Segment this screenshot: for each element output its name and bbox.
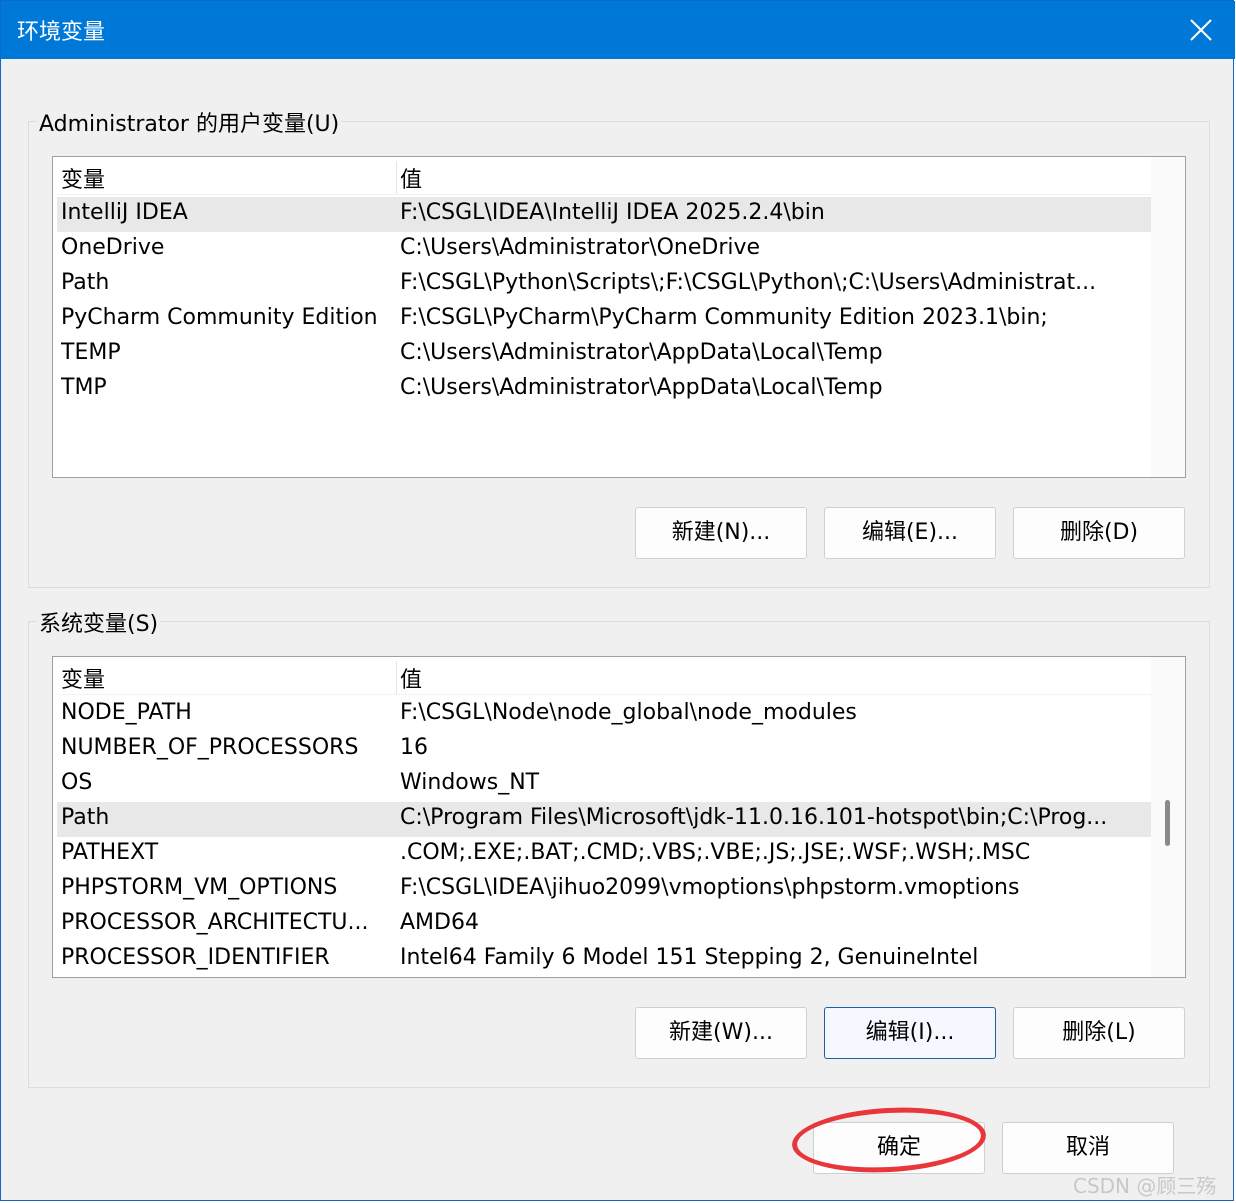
table-row[interactable]: NUMBER_OF_PROCESSORS 16 — [57, 732, 1151, 767]
variable-name: TEMP — [61, 340, 121, 365]
variable-name: PATHEXT — [61, 840, 159, 865]
column-divider[interactable] — [396, 661, 397, 694]
user-edit-button[interactable]: 编辑(E)... — [824, 507, 996, 559]
variable-name: OS — [61, 770, 93, 795]
header-separator — [57, 694, 1151, 695]
column-divider[interactable] — [396, 161, 397, 194]
variable-name: Path — [61, 805, 110, 830]
variable-value: Intel64 Family 6 Model 151 Stepping 2, G… — [400, 945, 979, 970]
close-icon — [1190, 19, 1212, 41]
variable-name: NODE_PATH — [61, 700, 192, 725]
watermark: CSDN @顾三殇 — [1073, 1174, 1217, 1198]
variable-value: F:\CSGL\PyCharm\PyCharm Community Editio… — [400, 305, 1048, 330]
variable-value: .COM;.EXE;.BAT;.CMD;.VBS;.VBE;.JS;.JSE;.… — [400, 840, 1031, 865]
header-value[interactable]: 值 — [400, 162, 1150, 194]
system-delete-button[interactable]: 删除(L) — [1013, 1007, 1185, 1059]
user-list-scrollbar-track — [1151, 157, 1185, 477]
variable-name: NUMBER_OF_PROCESSORS — [61, 735, 359, 760]
cancel-button[interactable]: 取消 — [1002, 1122, 1174, 1174]
variable-value: AMD64 — [400, 910, 479, 935]
variable-value: C:\Users\Administrator\AppData\Local\Tem… — [400, 375, 883, 400]
close-button[interactable] — [1173, 7, 1229, 53]
variable-value: C:\Program Files\Microsoft\jdk-11.0.16.1… — [400, 805, 1108, 830]
variable-value: F:\CSGL\Node\node_global\node_modules — [400, 700, 857, 725]
variable-value: C:\Users\Administrator\OneDrive — [400, 235, 761, 260]
variable-value: Windows_NT — [400, 770, 540, 795]
title-bar: 环境变量 — [1, 1, 1235, 59]
user-delete-button[interactable]: 删除(D) — [1013, 507, 1185, 559]
variable-name: TMP — [61, 375, 107, 400]
table-row[interactable]: OneDrive C:\Users\Administrator\OneDrive — [57, 232, 1151, 267]
environment-variables-dialog: 环境变量 Administrator 的用户变量(U) 变量 值 Intelli… — [0, 0, 1235, 1201]
table-row[interactable]: OS Windows_NT — [57, 767, 1151, 802]
system-new-button[interactable]: 新建(W)... — [635, 1007, 807, 1059]
user-new-button[interactable]: 新建(N)... — [635, 507, 807, 559]
table-row[interactable]: PROCESSOR_ARCHITECTU... AMD64 — [57, 907, 1151, 942]
system-variables-group: 系统变量(S) 变量 值 NODE_PATH F:\CSGL\Node\node_… — [28, 606, 1210, 1088]
system-list-scrollbar[interactable] — [1151, 657, 1185, 977]
table-row[interactable]: Path C:\Program Files\Microsoft\jdk-11.0.… — [57, 802, 1151, 837]
system-variables-list[interactable]: 变量 值 NODE_PATH F:\CSGL\Node\node_global\n… — [52, 656, 1186, 978]
variable-name: PHPSTORM_VM_OPTIONS — [61, 875, 338, 900]
user-variables-group: Administrator 的用户变量(U) 变量 值 IntelliJ IDE… — [28, 106, 1210, 588]
table-row[interactable]: PHPSTORM_VM_OPTIONS F:\CSGL\IDEA\jihuo209… — [57, 872, 1151, 907]
variable-value: F:\CSGL\IDEA\IntelliJ IDEA 2025.2.4\bin — [400, 200, 825, 225]
table-row[interactable]: PATHEXT .COM;.EXE;.BAT;.CMD;.VBS;.VBE;.JS… — [57, 837, 1151, 872]
table-row[interactable]: TMP C:\Users\Administrator\AppData\Local\… — [57, 372, 1151, 407]
variable-name: PyCharm Community Edition — [61, 305, 378, 330]
table-row[interactable]: TEMP C:\Users\Administrator\AppData\Local… — [57, 337, 1151, 372]
header-name[interactable]: 变量 — [61, 662, 391, 694]
variable-value: 16 — [400, 735, 428, 760]
system-edit-button[interactable]: 编辑(I)... — [824, 1007, 996, 1059]
table-row[interactable]: Path F:\CSGL\Python\Scripts\;F:\CSGL\Pyth… — [57, 267, 1151, 302]
variable-value: C:\Users\Administrator\AppData\Local\Tem… — [400, 340, 883, 365]
variable-value: F:\CSGL\IDEA\jihuo2099\vmoptions\phpstor… — [400, 875, 1020, 900]
header-name[interactable]: 变量 — [61, 162, 391, 194]
list-header: 变量 值 — [57, 659, 1151, 694]
variable-name: PROCESSOR_IDENTIFIER — [61, 945, 330, 970]
table-row[interactable]: PROCESSOR_IDENTIFIER Intel64 Family 6 Mod… — [57, 942, 1151, 977]
user-variables-list[interactable]: 变量 值 IntelliJ IDEA F:\CSGL\IDEA\IntelliJ … — [52, 156, 1186, 478]
variable-value: F:\CSGL\Python\Scripts\;F:\CSGL\Python\;… — [400, 270, 1097, 295]
variable-name: Path — [61, 270, 110, 295]
list-header: 变量 值 — [57, 159, 1151, 194]
system-variables-label: 系统变量(S) — [37, 606, 161, 638]
table-row[interactable]: IntelliJ IDEA F:\CSGL\IDEA\IntelliJ IDEA … — [57, 197, 1151, 232]
header-value[interactable]: 值 — [400, 662, 1150, 694]
variable-name: IntelliJ IDEA — [61, 200, 188, 225]
user-variables-label: Administrator 的用户变量(U) — [37, 106, 342, 138]
variable-name: PROCESSOR_ARCHITECTU... — [61, 910, 369, 935]
header-separator — [57, 194, 1151, 195]
window-title: 环境变量 — [17, 20, 106, 45]
scrollbar-thumb[interactable] — [1165, 800, 1170, 846]
variable-name: OneDrive — [61, 235, 165, 260]
table-row[interactable]: NODE_PATH F:\CSGL\Node\node_global\node_m… — [57, 697, 1151, 732]
table-row[interactable]: PyCharm Community Edition F:\CSGL\PyCharm… — [57, 302, 1151, 337]
